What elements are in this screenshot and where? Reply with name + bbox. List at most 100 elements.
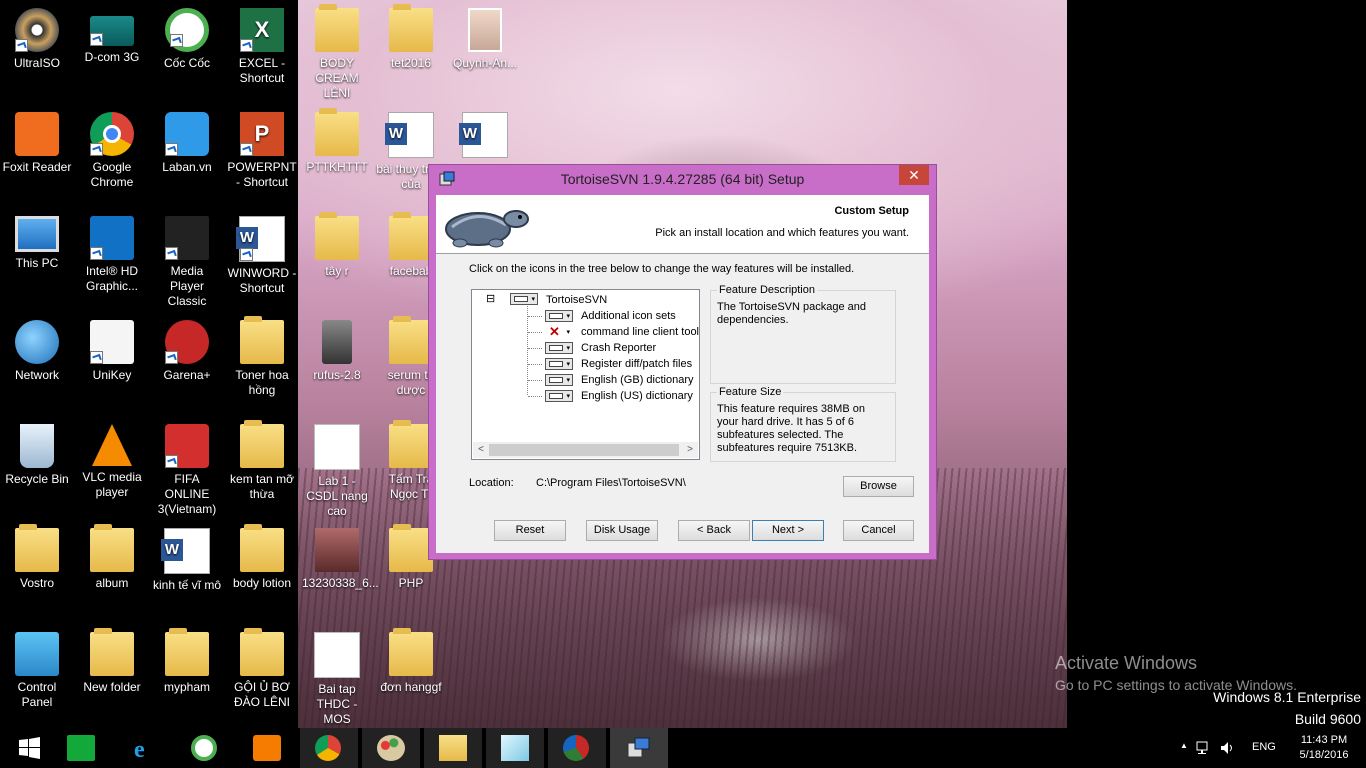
desktop-icon-foxit-reader[interactable]: Foxit Reader [2, 112, 72, 175]
disk-usage-button[interactable]: Disk Usage [586, 520, 658, 541]
folder-icon [389, 316, 433, 364]
tree-item[interactable]: ▾ Additional icon sets [528, 308, 698, 324]
desktop-icon-ultraiso[interactable]: UltraISO [2, 8, 72, 71]
taskbar-media[interactable] [238, 728, 296, 768]
clock[interactable]: 11:43 PM 5/18/2016 [1294, 733, 1354, 763]
desktop-icon-goi-u-bo[interactable]: GỘI Ủ BƠ ĐÀO LÊNI [227, 628, 297, 710]
cancel-button[interactable]: Cancel [843, 520, 914, 541]
desktop-icon-don-hang[interactable]: đơn hanggf [376, 628, 446, 695]
back-button[interactable]: < Back [678, 520, 750, 541]
volume-icon[interactable] [1220, 740, 1236, 756]
tree-expander[interactable]: ⊟ [486, 291, 495, 307]
desktop-icon-network[interactable]: Network [2, 320, 72, 383]
desktop-icon-recycle-bin[interactable]: Recycle Bin [2, 424, 72, 487]
desktop-icon-vlc[interactable]: VLC media player [77, 424, 147, 500]
tree-item[interactable]: ▾ Register diff/patch files [528, 356, 698, 372]
shortcut-arrow-icon [165, 247, 178, 260]
scroll-right-arrow-icon[interactable]: > [682, 442, 698, 458]
browse-button[interactable]: Browse [843, 476, 914, 497]
taskbar-app[interactable] [548, 728, 606, 768]
tree-item[interactable]: ▾ Crash Reporter [528, 340, 698, 356]
desktop-icon-new-folder[interactable]: New folder [77, 628, 147, 695]
usb-drive-icon [322, 320, 352, 364]
desktop-icon-powerpnt-shortcut[interactable]: P POWERPNT - Shortcut [227, 112, 297, 190]
windows-edition: Windows 8.1 Enterprise Build 9600 [1213, 686, 1361, 730]
desktop-icon-pttkhttt[interactable]: PTTKHTTT [302, 108, 372, 175]
desktop-icon-word-doc[interactable] [450, 112, 520, 162]
desktop-icon-13230338[interactable]: 13230338_6... [302, 528, 379, 591]
desktop-icon-bai-tap-thdc[interactable]: Bai tap THDC - MOS [302, 632, 372, 727]
desktop-icon-kem-tan-mo-thua[interactable]: kem tan mỡ thừa [227, 420, 297, 502]
desktop-icon-quynh-an[interactable]: Quynh-An... [450, 8, 520, 71]
show-hidden-icons[interactable]: ▲ [1180, 741, 1188, 750]
desktop-icon-rufus[interactable]: rufus-2.8 [302, 320, 372, 383]
taskbar-setup[interactable] [610, 728, 668, 768]
desktop-icon-winword-shortcut[interactable]: WINWORD - Shortcut [227, 216, 297, 296]
next-button[interactable]: Next > [752, 520, 824, 541]
desktop-icon-laban[interactable]: Laban.vn [152, 112, 222, 175]
tree-item-root[interactable]: TortoiseSVN [546, 292, 607, 308]
feature-tree[interactable]: ⊟ ▾ TortoiseSVN ▾ Additional icon sets ✕… [471, 289, 700, 460]
root-feature-state[interactable]: ▾ [510, 292, 540, 308]
desktop-icon-kinh-te-vi-mo[interactable]: kinh tế vĩ mô [152, 528, 222, 593]
desktop-icon-dcom-3g[interactable]: D-com 3G [77, 8, 147, 65]
desktop-icon-tay-r[interactable]: tây r [302, 212, 372, 279]
desktop-icon-media-player-classic[interactable]: Media Player Classic [152, 216, 222, 309]
shortcut-arrow-icon [240, 143, 253, 156]
desktop-icon-mypham[interactable]: mypham [152, 628, 222, 695]
close-button[interactable]: ✕ [899, 165, 929, 185]
horizontal-scrollbar[interactable]: < > [473, 442, 698, 458]
file-explorer-icon [439, 735, 467, 761]
input-language[interactable]: ENG [1252, 741, 1276, 753]
feature-description-text: The TortoiseSVN package and dependencies… [717, 301, 866, 326]
desktop-icon-garena[interactable]: Garena+ [152, 320, 222, 383]
desktop-icon-toner-hoa-hong[interactable]: Toner hoa hồng [227, 316, 297, 398]
dialog-titlebar[interactable]: TortoiseSVN 1.9.4.27285 (64 bit) Setup ✕ [429, 165, 936, 193]
start-button[interactable] [0, 728, 58, 768]
word-document-icon [385, 112, 434, 158]
taskbar-chrome[interactable] [300, 728, 358, 768]
desktop-icon-label: GỘI Ủ BƠ ĐÀO LÊNI [233, 680, 290, 709]
folder-icon [389, 524, 433, 572]
shortcut-arrow-icon [15, 39, 28, 52]
desktop-icon-intel-hd[interactable]: Intel® HD Graphic... [77, 216, 147, 294]
network-icon[interactable] [1196, 740, 1212, 756]
desktop-icon-control-panel[interactable]: Control Panel [2, 632, 72, 710]
taskbar-coccoc[interactable] [176, 728, 234, 768]
desktop-icon-fifa-online[interactable]: FIFA ONLINE 3(Vietnam) [152, 424, 222, 517]
taskbar-store[interactable] [52, 728, 110, 768]
desktop-icon-album[interactable]: album [77, 524, 147, 591]
coccoc-icon [191, 735, 217, 761]
scrollbar-thumb[interactable] [489, 444, 679, 456]
desktop-icon-label: WINWORD - Shortcut [227, 266, 297, 295]
desktop-icon-unikey[interactable]: UniKey [77, 320, 147, 383]
taskbar-paint[interactable] [362, 728, 420, 768]
taskbar-internet-explorer[interactable]: e [114, 728, 172, 768]
scroll-left-arrow-icon[interactable]: < [473, 442, 489, 458]
disk-drive-icon: ▾ [545, 390, 573, 402]
word-document-icon [459, 112, 508, 158]
taskbar-file-explorer[interactable] [424, 728, 482, 768]
unikey-icon [90, 320, 134, 364]
reset-button[interactable]: Reset [494, 520, 566, 541]
desktop-icon-coc-coc[interactable]: Cốc Cốc [152, 8, 222, 71]
notepad-icon [501, 735, 529, 761]
desktop-icon-body-lotion[interactable]: body lotion [227, 524, 297, 591]
feature-size-text: This feature requires 38MB on your hard … [717, 403, 865, 454]
shortcut-arrow-icon [170, 34, 183, 47]
installer-icon [627, 737, 650, 758]
network-globe-icon [15, 320, 59, 364]
desktop-icon-tet2016[interactable]: tet2016 [376, 4, 446, 71]
desktop-icon-label: Lab 1 - CSDL nang cao [306, 474, 368, 518]
desktop-icon-vostro[interactable]: Vostro [2, 524, 72, 591]
tree-item[interactable]: ▾ English (US) dictionary [528, 388, 698, 404]
tree-item[interactable]: ▾ English (GB) dictionary [528, 372, 698, 388]
desktop-icon-excel-shortcut[interactable]: X EXCEL - Shortcut [227, 8, 297, 86]
desktop-icon-label: tet2016 [390, 56, 432, 70]
tree-item[interactable]: ✕ ▾ command line client tools [528, 324, 699, 340]
desktop-icon-body-cream[interactable]: BODY CREAM LÊNI [302, 4, 372, 101]
desktop-icon-google-chrome[interactable]: Google Chrome [77, 112, 147, 190]
desktop-icon-this-pc[interactable]: This PC [2, 216, 72, 271]
taskbar-notepad[interactable] [486, 728, 544, 768]
desktop-icon-lab1-csdl[interactable]: Lab 1 - CSDL nang cao [302, 424, 372, 519]
